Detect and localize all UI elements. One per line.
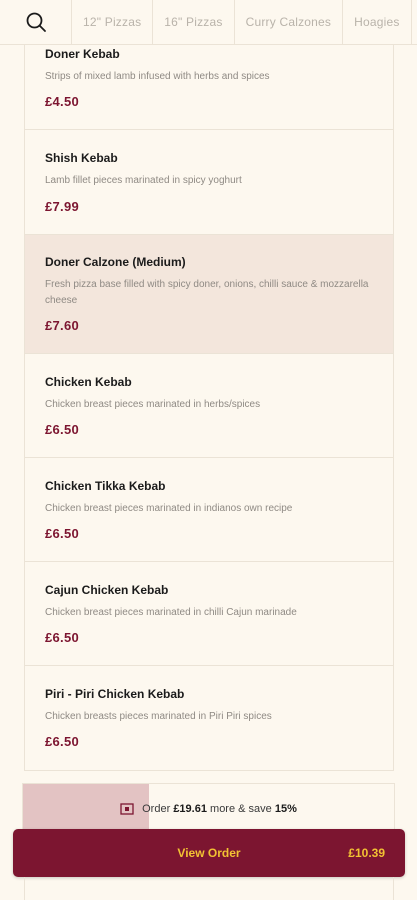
- promo-percent: 15%: [274, 803, 297, 815]
- menu-item-list: Doner Kebab Strips of mixed lamb infused…: [24, 45, 394, 771]
- promo-middle: more & save: [210, 803, 272, 815]
- menu-item[interactable]: Doner Kebab Strips of mixed lamb infused…: [24, 45, 394, 130]
- menu-item-selected[interactable]: Doner Calzone (Medium) Fresh pizza base …: [24, 235, 394, 354]
- order-total: £10.39: [348, 846, 385, 860]
- item-name: Cajun Chicken Kebab: [45, 583, 169, 597]
- category-nav: 12" Pizzas 16" Pizzas Curry Calzones Hoa…: [0, 0, 417, 45]
- discount-progress-bar: Order £19.61 more & save 15%: [22, 783, 395, 835]
- item-description: Chicken breast pieces marinated in herbs…: [45, 399, 261, 410]
- item-price: £6.50: [45, 734, 80, 749]
- view-order-button[interactable]: View Order £10.39: [13, 829, 405, 877]
- menu-item[interactable]: Chicken Kebab Chicken breast pieces mari…: [24, 354, 394, 458]
- tab-12-pizzas[interactable]: 12" Pizzas: [72, 0, 154, 45]
- item-price: £7.60: [45, 318, 80, 333]
- menu-item[interactable]: Cajun Chicken Kebab Chicken breast piece…: [24, 562, 394, 666]
- tab-curry-calzones[interactable]: Curry Calzones: [235, 0, 344, 45]
- view-order-label: View Order: [177, 846, 241, 860]
- item-name: Chicken Tikka Kebab: [45, 479, 166, 493]
- tab-16-pizzas[interactable]: 16" Pizzas: [153, 0, 235, 45]
- menu-item[interactable]: Piri - Piri Chicken Kebab Chicken breast…: [24, 666, 394, 771]
- menu-item[interactable]: Shish Kebab Lamb fillet pieces marinated…: [24, 130, 394, 235]
- search-button[interactable]: [0, 0, 72, 45]
- item-name: Piri - Piri Chicken Kebab: [45, 687, 185, 701]
- item-price: £6.50: [45, 526, 80, 541]
- next-menu-item-peek: [24, 877, 394, 900]
- item-description: Chicken breast pieces marinated in chill…: [45, 607, 297, 618]
- item-name: Doner Kebab: [45, 47, 120, 61]
- item-description: Fresh pizza base filled with spicy doner…: [45, 279, 369, 306]
- item-name: Shish Kebab: [45, 151, 118, 165]
- item-description: Lamb fillet pieces marinated in spicy yo…: [45, 175, 242, 186]
- promo-prefix: Order: [142, 803, 171, 815]
- ticket-icon: [120, 803, 134, 815]
- menu-item[interactable]: Chicken Tikka Kebab Chicken breast piece…: [24, 458, 394, 562]
- item-description: Strips of mixed lamb infused with herbs …: [45, 71, 270, 82]
- item-price: £4.50: [45, 94, 80, 109]
- item-price: £6.50: [45, 422, 80, 437]
- tab-hoagies[interactable]: Hoagies: [343, 0, 412, 45]
- item-name: Doner Calzone (Medium): [45, 255, 186, 269]
- item-description: Chicken breasts pieces marinated in Piri…: [45, 711, 272, 722]
- item-price: £6.50: [45, 630, 80, 645]
- item-name: Chicken Kebab: [45, 375, 132, 389]
- item-price: £7.99: [45, 199, 80, 214]
- promo-amount: £19.61: [173, 803, 207, 815]
- category-tabs: 12" Pizzas 16" Pizzas Curry Calzones Hoa…: [72, 0, 412, 45]
- discount-message: Order £19.61 more & save 15%: [23, 784, 394, 834]
- item-description: Chicken breast pieces marinated in india…: [45, 503, 293, 514]
- search-icon: [26, 12, 46, 32]
